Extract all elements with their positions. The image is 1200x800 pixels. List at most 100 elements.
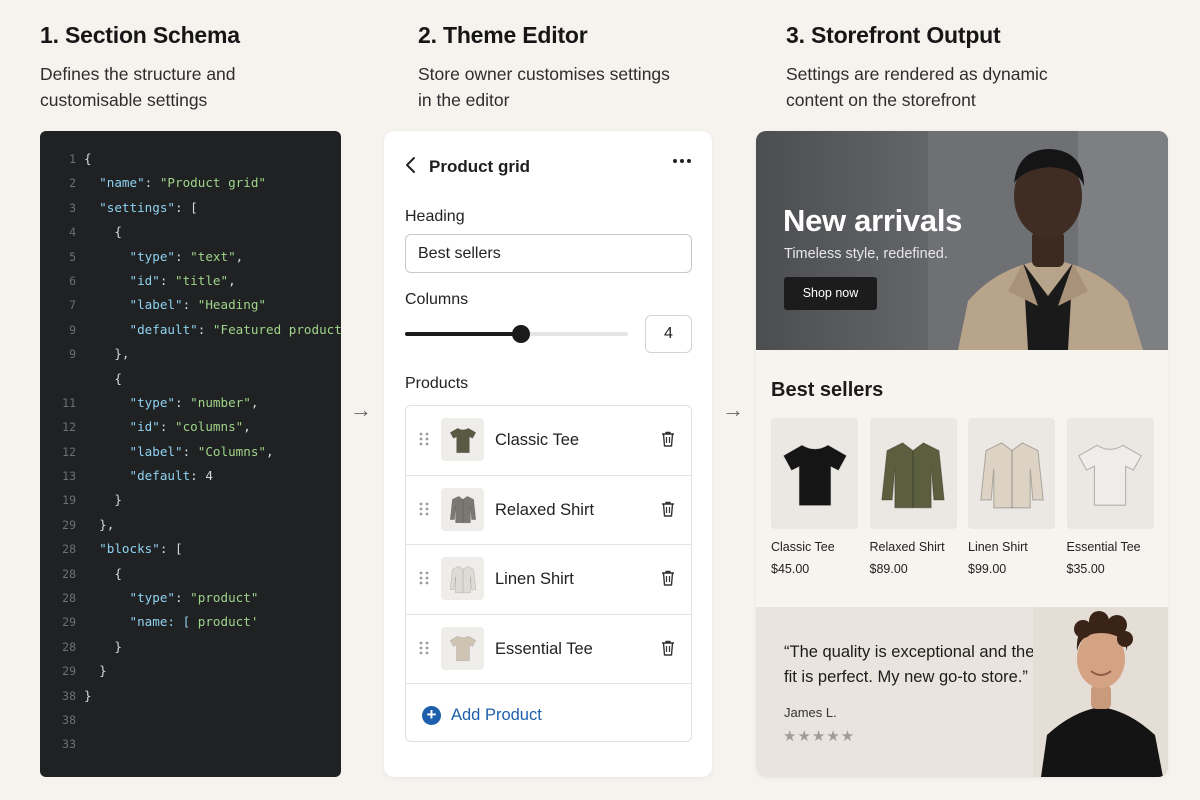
code-line-number: 28 bbox=[62, 542, 76, 557]
testimonial-quote: “The quality is exceptional and the fit i… bbox=[784, 640, 1054, 690]
product-card[interactable]: Linen Shirt $99.00 bbox=[968, 418, 1055, 576]
code-line-number: 29 bbox=[62, 615, 76, 630]
code-line: 1{ bbox=[40, 147, 341, 171]
product-name: Essential Tee bbox=[495, 639, 593, 658]
code-token: "number" bbox=[190, 394, 251, 410]
code-token: : bbox=[159, 419, 176, 435]
code-token: "Columns" bbox=[197, 443, 266, 459]
storefront-desc-line: content on the storefront bbox=[786, 90, 976, 110]
code-line-number: 2 bbox=[69, 176, 76, 191]
code-text: "blocks": [ bbox=[84, 537, 182, 561]
code-line-number: 9 bbox=[69, 347, 76, 362]
hero-banner: New arrivals Timeless style, redefined. … bbox=[756, 131, 1168, 350]
product-card[interactable]: Classic Tee $45.00 bbox=[771, 418, 858, 576]
drag-handle-icon[interactable] bbox=[419, 641, 429, 657]
storefront-header: 3. Storefront Output Settings are render… bbox=[786, 22, 1048, 113]
storefront-preview: New arrivals Timeless style, redefined. … bbox=[756, 131, 1168, 777]
columns-number-input[interactable]: 4 bbox=[645, 315, 692, 353]
trash-icon[interactable] bbox=[661, 501, 675, 522]
product-image[interactable] bbox=[771, 418, 858, 529]
columns-slider-thumb[interactable] bbox=[511, 325, 530, 343]
editor-desc-line: in the editor bbox=[418, 90, 510, 110]
schema-code-panel[interactable]: 1{ 2 "name": "Product grid" 3 "settings": … bbox=[40, 131, 341, 777]
product-image[interactable] bbox=[869, 418, 957, 529]
code-text: }, bbox=[84, 513, 114, 537]
code-token: product' bbox=[190, 614, 259, 630]
code-token: , bbox=[250, 394, 259, 410]
trash-icon[interactable] bbox=[661, 570, 675, 591]
code-line: 28 "blocks": [ bbox=[40, 537, 341, 561]
code-token: "Heading" bbox=[197, 297, 266, 313]
code-text: "id": "title", bbox=[84, 269, 236, 293]
product-row[interactable]: Relaxed Shirt bbox=[406, 476, 691, 545]
heading-input[interactable]: Best sellers bbox=[405, 234, 692, 273]
code-token: { bbox=[84, 151, 92, 166]
columns-slider[interactable] bbox=[405, 325, 628, 343]
code-token: : bbox=[144, 175, 160, 191]
code-text: "default: 4 bbox=[84, 464, 213, 488]
arrow-right-icon: → bbox=[722, 397, 744, 422]
code-text: "name": "Product grid" bbox=[84, 171, 266, 195]
product-image[interactable] bbox=[968, 418, 1055, 529]
code-line: 6 "id": "title", bbox=[40, 269, 341, 293]
code-line-number: 28 bbox=[62, 591, 76, 606]
product-card[interactable]: Relaxed Shirt $89.00 bbox=[869, 418, 957, 576]
product-row[interactable]: Classic Tee bbox=[406, 406, 691, 476]
testimonial-author: James L. bbox=[784, 705, 837, 720]
drag-handle-icon[interactable] bbox=[419, 502, 429, 518]
code-line: 29 }, bbox=[40, 513, 341, 537]
product-card[interactable]: Essential Tee $35.00 bbox=[1066, 418, 1154, 576]
product-row[interactable]: Essential Tee bbox=[406, 615, 691, 684]
schema-desc-line: customisable settings bbox=[40, 90, 208, 110]
code-text: }, bbox=[84, 342, 129, 366]
product-card-name: Linen Shirt bbox=[968, 540, 1028, 554]
code-token: "id" bbox=[129, 419, 160, 435]
trash-icon[interactable] bbox=[661, 431, 675, 452]
product-card-name: Classic Tee bbox=[771, 540, 835, 554]
more-horizontal-icon[interactable] bbox=[672, 151, 692, 177]
add-product-row[interactable]: + Add Product bbox=[406, 684, 691, 741]
chevron-left-icon[interactable] bbox=[404, 155, 418, 179]
code-text: } bbox=[84, 635, 122, 659]
code-line-number: 3 bbox=[69, 200, 76, 215]
code-line: { bbox=[40, 367, 341, 391]
product-card-name: Essential Tee bbox=[1066, 540, 1141, 554]
drag-handle-icon[interactable] bbox=[419, 432, 429, 448]
drag-handle-icon[interactable] bbox=[419, 571, 429, 587]
code-line-number: 29 bbox=[62, 517, 76, 532]
code-text: { bbox=[84, 562, 122, 586]
code-token: : bbox=[175, 590, 191, 606]
code-token: } bbox=[84, 663, 107, 679]
code-token: "id" bbox=[129, 272, 160, 288]
testimonial-person-image bbox=[1033, 607, 1168, 777]
code-line: 38 bbox=[40, 708, 341, 732]
code-line-number: 5 bbox=[69, 249, 76, 264]
hero-subtitle: Timeless style, redefined. bbox=[784, 246, 948, 262]
code-line: 3 "settings": [ bbox=[40, 196, 341, 220]
code-line-number: 9 bbox=[69, 322, 76, 337]
product-row[interactable]: Linen Shirt bbox=[406, 545, 691, 615]
trash-icon[interactable] bbox=[661, 640, 675, 661]
storefront-title: 3. Storefront Output bbox=[786, 22, 1001, 48]
add-product-button[interactable]: + Add Product bbox=[422, 706, 542, 725]
product-card-price: $45.00 bbox=[771, 562, 810, 576]
code-text: "type": "number", bbox=[84, 391, 259, 415]
testimonial-section: “The quality is exceptional and the fit i… bbox=[756, 607, 1168, 777]
editor-topbar: Product grid bbox=[404, 155, 692, 179]
code-line: 33 bbox=[40, 732, 341, 756]
add-product-label: Add Product bbox=[451, 706, 542, 724]
code-line-number: 12 bbox=[62, 444, 76, 459]
plus-circle-icon: + bbox=[422, 706, 441, 725]
code-text: "default": "Featured products" bbox=[84, 318, 342, 342]
code-token: "title" bbox=[175, 272, 229, 288]
shop-now-button[interactable]: Shop now bbox=[784, 277, 877, 310]
product-image[interactable] bbox=[1066, 418, 1154, 529]
code-line: 28 "type": "product" bbox=[40, 586, 341, 610]
